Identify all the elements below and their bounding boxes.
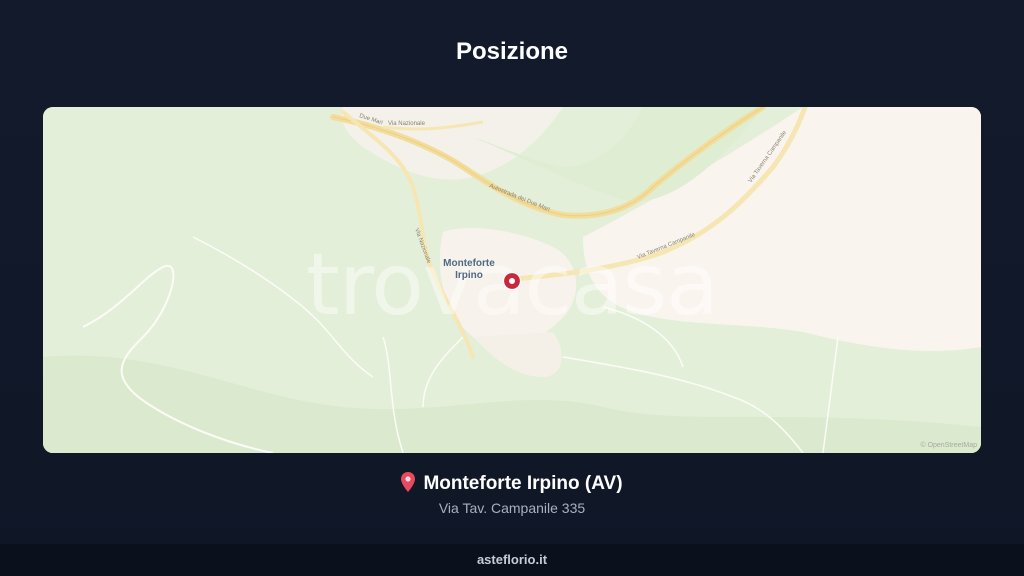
- location-name: Monteforte Irpino (AV): [423, 473, 623, 494]
- map-attribution: © OpenStreetMap: [920, 442, 977, 449]
- location-address: Via Tav. Campanile 335: [438, 500, 586, 516]
- town-label: Monteforte Irpino: [443, 258, 495, 281]
- footer-brand[interactable]: asteflorio.it: [477, 552, 547, 567]
- footer: asteflorio.it: [0, 544, 1024, 576]
- location-title: Monteforte Irpino (AV): [0, 472, 1024, 495]
- map-pin-icon: [401, 472, 416, 492]
- page-title: Posizione: [455, 38, 569, 65]
- location-marker-icon[interactable]: [502, 271, 522, 291]
- road-label: Via Nazionale: [388, 121, 426, 127]
- map-panel[interactable]: Due Mari Via Nazionale Autostrada dei Du…: [43, 107, 981, 453]
